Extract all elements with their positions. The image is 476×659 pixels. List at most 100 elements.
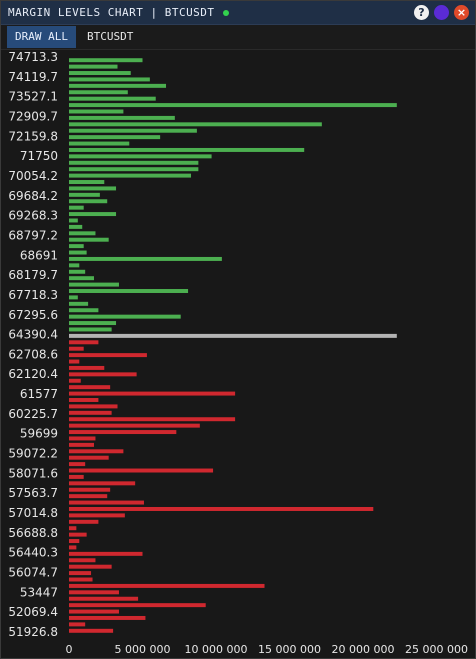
bar-short [69,526,77,531]
window-title: MARGIN LEVELS CHART | BTCUSDT [8,6,215,19]
bar-short [69,615,146,620]
bar-long [69,321,117,326]
bar-short [69,481,136,486]
bar-short [69,564,112,569]
bar-short [69,449,124,454]
bar-short [69,487,111,492]
bar-long [69,224,83,229]
bar-long [69,244,84,249]
y-axis-label: 61577 [20,387,58,401]
y-axis-label: 74713.3 [8,50,58,64]
title-bar: MARGIN LEVELS CHART | BTCUSDT ? × [1,1,475,25]
bar-current-price [69,333,397,338]
bar-short [69,410,112,415]
bar-short [69,346,84,351]
bar-long [69,199,108,204]
settings-circle-button[interactable] [434,5,449,20]
bar-long [69,231,96,236]
bar-long [69,167,199,172]
y-axis-label: 68179.7 [8,268,58,282]
bar-long [69,83,167,88]
y-axis-label: 53447 [20,585,58,599]
bar-long [69,128,197,133]
bar-long [69,314,181,319]
bar-short [69,385,111,390]
bar-short [69,372,137,377]
bar-long [69,122,322,127]
y-axis-label: 51926.8 [8,625,58,639]
bar-long [69,186,117,191]
bar-long [69,263,80,268]
bar-short [69,532,87,537]
y-axis-label: 69684.2 [8,189,58,203]
draw-all-button[interactable]: DRAW ALL [7,26,76,48]
y-axis-label: 67718.3 [8,288,58,302]
bar-short [69,519,99,524]
bar-short [69,455,109,460]
symbol-tab-btcusdt[interactable]: BTCUSDT [79,26,141,48]
bar-long [69,115,175,120]
bar-long [69,289,189,293]
bar-short [69,571,92,576]
x-axis-tick-label: 5 000 000 [115,643,171,656]
bar-short [69,539,80,544]
bar-long [69,205,84,210]
x-axis-tick-label: 0 [66,643,73,656]
y-axis-label: 67295.6 [8,308,58,322]
bar-short [69,494,108,499]
bar-long [69,154,212,159]
bar-long [69,256,222,261]
bar-long [69,295,78,300]
bar-short [69,404,118,409]
close-button[interactable]: × [454,5,469,20]
bar-short [69,596,139,601]
y-axis-label: 71750 [20,149,58,163]
bar-long [69,276,94,281]
bar-long [69,135,161,140]
bar-short [69,353,147,358]
toolbar: DRAW ALL BTCUSDT [1,25,475,50]
y-axis-label: 59699 [20,427,58,441]
y-axis-label: 72909.7 [8,110,58,124]
bar-short [69,583,265,588]
y-axis-label: 68797.2 [8,228,58,242]
bar-short [69,551,143,556]
bar-long [69,218,78,223]
y-axis-label: 52069.4 [8,605,58,619]
bar-long [69,173,192,178]
bar-short [69,507,374,511]
bar-short [69,340,99,345]
bar-long [69,147,305,152]
bar-short [69,391,236,396]
y-axis-label: 59072.2 [8,447,58,461]
bar-short [69,500,144,505]
bar-long [69,96,156,101]
bar-short [69,628,114,633]
bar-short [69,603,206,608]
bar-short [69,365,105,370]
x-axis-tick-label: 20 000 000 [332,643,395,656]
x-axis-tick-label: 15 000 000 [258,643,321,656]
bar-long [69,109,124,114]
y-axis-label: 72159.8 [8,129,58,143]
bar-short [69,359,80,364]
bar-long [69,71,131,76]
bar-short [69,609,119,614]
bar-long [69,301,89,306]
bar-long [69,282,119,287]
bar-long [69,180,105,184]
y-axis-label: 70054.2 [8,169,58,183]
margin-levels-window: MARGIN LEVELS CHART | BTCUSDT ? × DRAW A… [0,0,476,659]
bar-short [69,558,96,563]
bar-short [69,577,93,582]
bar-short [69,436,96,441]
bar-long [69,237,109,242]
bar-short [69,423,200,428]
bar-short [69,442,94,447]
bar-short [69,545,77,550]
bar-long [69,64,118,69]
bar-short [69,430,177,435]
bar-long [69,77,150,82]
help-button[interactable]: ? [414,5,429,20]
bar-short [69,462,86,467]
